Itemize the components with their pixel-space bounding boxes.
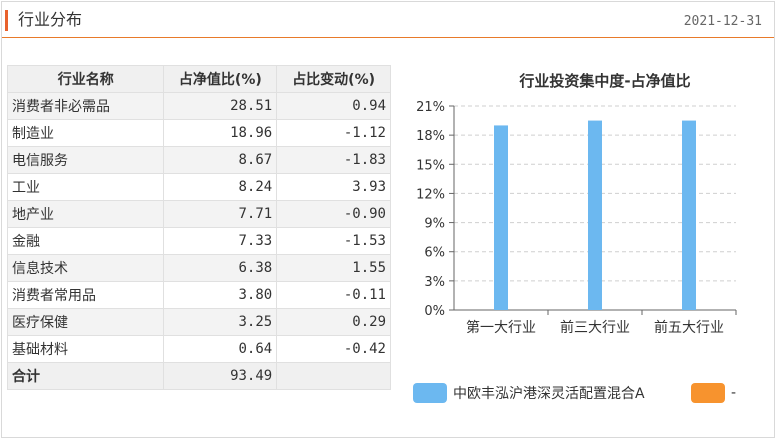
chart-title: 行业投资集中度-占净值比: [518, 72, 690, 90]
ratio-cell: 8.67: [163, 146, 278, 174]
y-tick-label: 9%: [424, 217, 445, 232]
change-cell: 0.29: [276, 308, 391, 336]
col-header-industry: 行业名称: [6, 65, 165, 93]
total-ratio-cell: 93.49: [163, 362, 278, 390]
legend-label-series-2: -: [731, 385, 737, 401]
change-cell: 1.55: [276, 254, 391, 282]
table-total-row: 合计 93.49: [6, 362, 391, 390]
table-row: 金融 7.33 -1.53: [6, 227, 391, 255]
industry-name-cell: 医疗保健: [6, 308, 165, 336]
legend-swatch-series-1: [413, 383, 447, 403]
table-row: 制造业 18.96 -1.12: [6, 119, 391, 147]
change-cell: -1.53: [276, 227, 391, 255]
y-tick-label: 21%: [416, 100, 445, 115]
industry-name-cell: 基础材料: [6, 335, 165, 363]
industry-table: 行业名称 占净值比(%) 占比变动(%) 消费者非必需品 28.51 0.94 制造业…: [6, 65, 391, 390]
table-row: 信息技术 6.38 1.55: [6, 254, 391, 282]
ratio-cell: 6.38: [163, 254, 278, 282]
y-tick-label: 3%: [424, 275, 445, 290]
bar[interactable]: [682, 120, 696, 310]
header-accent-bar: [5, 10, 8, 31]
table-row: 基础材料 0.64 -0.42: [6, 335, 391, 363]
concentration-chart-svg: 行业投资集中度-占净值比 0% 3% 6% 9% 12% 15% 18% 21% 第一大行业 前三大…: [416, 72, 737, 336]
y-tick-label: 0%: [424, 304, 445, 319]
ratio-cell: 3.25: [163, 308, 278, 336]
industry-name-cell: 地产业: [6, 200, 165, 228]
bar[interactable]: [494, 125, 508, 310]
y-tick-label: 6%: [424, 246, 445, 261]
legend-label-series-1: 中欧丰泓沪港深灵活配置混合A: [453, 386, 645, 402]
change-cell: -1.83: [276, 146, 391, 174]
panel-title: 行业分布: [18, 10, 83, 29]
industry-name-cell: 工业: [6, 173, 165, 201]
y-tick-label: 12%: [416, 187, 445, 202]
ratio-cell: 0.64: [163, 335, 278, 363]
change-cell: -0.90: [276, 200, 391, 228]
change-cell: 3.93: [276, 173, 391, 201]
report-date: 2021-12-31: [683, 14, 762, 29]
panel-header: 行业分布 2021-12-31: [2, 2, 774, 38]
y-tick-label: 18%: [416, 129, 445, 144]
col-header-change: 占比变动(%): [276, 65, 391, 93]
industry-name-cell: 信息技术: [6, 254, 165, 282]
legend-item-series-1[interactable]: 中欧丰泓沪港深灵活配置混合A: [413, 383, 645, 403]
ratio-cell: 28.51: [163, 92, 278, 120]
table-row: 医疗保健 3.25 0.29: [6, 308, 391, 336]
concentration-chart: 行业投资集中度-占净值比 0% 3% 6% 9% 12% 15% 18% 21% 第一大行业 前三大…: [400, 60, 770, 360]
ratio-cell: 7.33: [163, 227, 278, 255]
ratio-cell: 7.71: [163, 200, 278, 228]
table-row: 消费者常用品 3.80 -0.11: [6, 281, 391, 309]
table-row: 工业 8.24 3.93: [6, 173, 391, 201]
bar[interactable]: [588, 120, 602, 310]
y-tick-label: 15%: [416, 158, 445, 173]
total-label-cell: 合计: [6, 362, 165, 390]
ratio-cell: 3.80: [163, 281, 278, 309]
change-cell: -0.42: [276, 335, 391, 363]
table-row: 电信服务 8.67 -1.83: [6, 146, 391, 174]
col-header-ratio: 占净值比(%): [163, 65, 278, 93]
x-tick-label: 第一大行业: [466, 319, 536, 336]
ratio-cell: 18.96: [163, 119, 278, 147]
total-change-cell: [276, 362, 391, 390]
industry-name-cell: 制造业: [6, 119, 165, 147]
x-tick-label: 前五大行业: [654, 319, 724, 336]
industry-name-cell: 金融: [6, 227, 165, 255]
ratio-cell: 8.24: [163, 173, 278, 201]
industry-name-cell: 电信服务: [6, 146, 165, 174]
change-cell: -1.12: [276, 119, 391, 147]
table-row: 消费者非必需品 28.51 0.94: [6, 92, 391, 120]
change-cell: -0.11: [276, 281, 391, 309]
legend-item-series-2[interactable]: -: [691, 383, 736, 403]
x-tick-label: 前三大行业: [560, 319, 630, 336]
legend-swatch-series-2: [691, 383, 725, 403]
table-header-row: 行业名称 占净值比(%) 占比变动(%): [6, 65, 391, 93]
industry-name-cell: 消费者非必需品: [6, 92, 165, 120]
change-cell: 0.94: [276, 92, 391, 120]
industry-name-cell: 消费者常用品: [6, 281, 165, 309]
table-row: 地产业 7.71 -0.90: [6, 200, 391, 228]
